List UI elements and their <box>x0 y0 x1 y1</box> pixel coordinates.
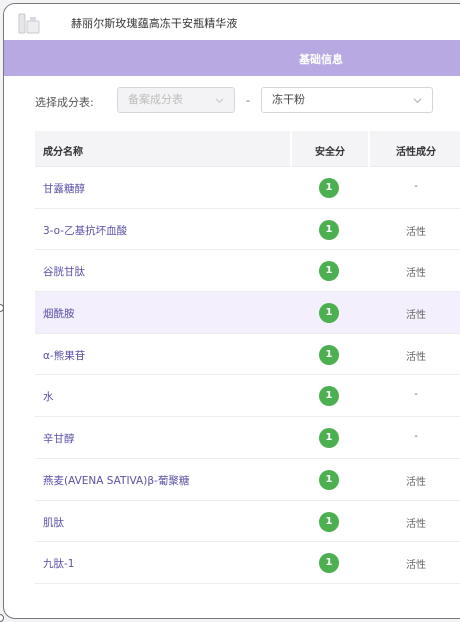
chevron-down-icon <box>215 98 224 104</box>
ingredients-panel: 选择成分表: 备案成分表 - 冻干粉 成分名称 安全分 活性成分 甘露糖醇 1 … <box>16 76 460 618</box>
ingredient-name-link[interactable]: 3-o-乙基抗坏血酸 <box>43 223 127 238</box>
product-header: 赫丽尔斯玫瑰蕴高冻干安瓶精华液 <box>4 4 460 40</box>
table-row[interactable]: 辛甘醇 1 - <box>35 417 460 459</box>
active-ingredient-cell: - <box>414 181 418 192</box>
ingredient-name-link[interactable]: 九肽-1 <box>43 556 74 571</box>
ingredient-list-label: 选择成分表: <box>35 96 94 109</box>
safety-score-badge: 1 <box>319 386 339 407</box>
ingredient-name-link[interactable]: 水 <box>43 389 54 404</box>
active-ingredient-cell: 活性 <box>406 351 426 363</box>
header-safety-score: 安全分 <box>315 147 345 158</box>
ingredient-name-link[interactable]: 辛甘醇 <box>43 431 75 446</box>
product-form-select[interactable]: 冻干粉 <box>261 87 433 113</box>
active-ingredient-cell: - <box>414 389 418 401</box>
header-ingredient-name: 成分名称 <box>43 147 83 158</box>
ingredient-name-link[interactable]: α-熊果苷 <box>43 348 85 363</box>
header-divider <box>290 131 292 167</box>
safety-score-badge: 1 <box>319 178 339 198</box>
product-form-select-value: 冻干粉 <box>272 93 305 106</box>
tab-bar: 基础信息 <box>4 40 460 76</box>
table-row[interactable]: 谷胱甘肽 1 活性 <box>35 250 460 293</box>
safety-score-badge: 1 <box>319 553 339 574</box>
select-separator: - <box>246 94 250 107</box>
table-row[interactable]: 烟酰胺 1 活性 <box>35 292 460 334</box>
ingredient-name-link[interactable]: 烟酰胺 <box>43 306 75 321</box>
ingredient-name-link[interactable]: 甘露糖醇 <box>43 181 85 196</box>
safety-score-badge: 1 <box>319 511 339 532</box>
table-header: 成分名称 安全分 活性成分 <box>35 131 460 167</box>
safety-score-badge: 1 <box>319 261 339 282</box>
frame-handle <box>0 614 4 622</box>
active-ingredient-cell: 活性 <box>406 476 426 488</box>
table-row[interactable]: 甘露糖醇 1 - <box>35 167 460 209</box>
active-ingredient-cell: - <box>414 431 418 443</box>
ingredient-name-link[interactable]: 燕麦(AVENA SATIVA)β-葡聚糖 <box>43 473 189 488</box>
table-row[interactable]: 肌肽 1 活性 <box>35 501 460 543</box>
filing-list-select: 备案成分表 <box>117 87 235 113</box>
table-row[interactable]: α-熊果苷 1 活性 <box>35 334 460 376</box>
filing-list-select-value: 备案成分表 <box>128 93 183 106</box>
active-ingredient-cell: 活性 <box>406 518 426 530</box>
app-frame: 赫丽尔斯玫瑰蕴高冻干安瓶精华液 基础信息 选择成分表: 备案成分表 - 冻干粉 … <box>3 3 460 619</box>
active-ingredient-cell: 活性 <box>406 226 426 238</box>
table-row[interactable]: 3-o-乙基抗坏血酸 1 活性 <box>35 209 460 251</box>
header-active-ingredient: 活性成分 <box>396 147 436 158</box>
active-ingredient-cell: 活性 <box>406 560 426 572</box>
active-ingredient-cell: 活性 <box>406 268 426 280</box>
ingredient-name-link[interactable]: 谷胱甘肽 <box>43 264 85 279</box>
safety-score-badge: 1 <box>319 303 339 324</box>
active-ingredient-cell: 活性 <box>406 310 426 322</box>
safety-score-badge: 1 <box>319 344 339 365</box>
header-divider <box>368 131 370 167</box>
safety-score-badge: 1 <box>319 428 339 449</box>
safety-score-badge: 1 <box>319 469 339 490</box>
ingredient-name-link[interactable]: 肌肽 <box>43 515 64 530</box>
table-row[interactable]: 燕麦(AVENA SATIVA)β-葡聚糖 1 活性 <box>35 459 460 501</box>
table-row[interactable]: 九肽-1 1 活性 <box>35 542 460 584</box>
tab-basic-info[interactable]: 基础信息 <box>299 51 343 67</box>
product-title: 赫丽尔斯玫瑰蕴高冻干安瓶精华液 <box>71 17 238 30</box>
safety-score-badge: 1 <box>319 219 339 240</box>
ingredient-table: 成分名称 安全分 活性成分 甘露糖醇 1 - 3-o-乙基抗坏血酸 1 活性 谷… <box>35 131 460 584</box>
chevron-down-icon <box>413 98 422 104</box>
product-bottle-icon <box>18 13 40 34</box>
table-row[interactable]: 水 1 - <box>35 375 460 418</box>
